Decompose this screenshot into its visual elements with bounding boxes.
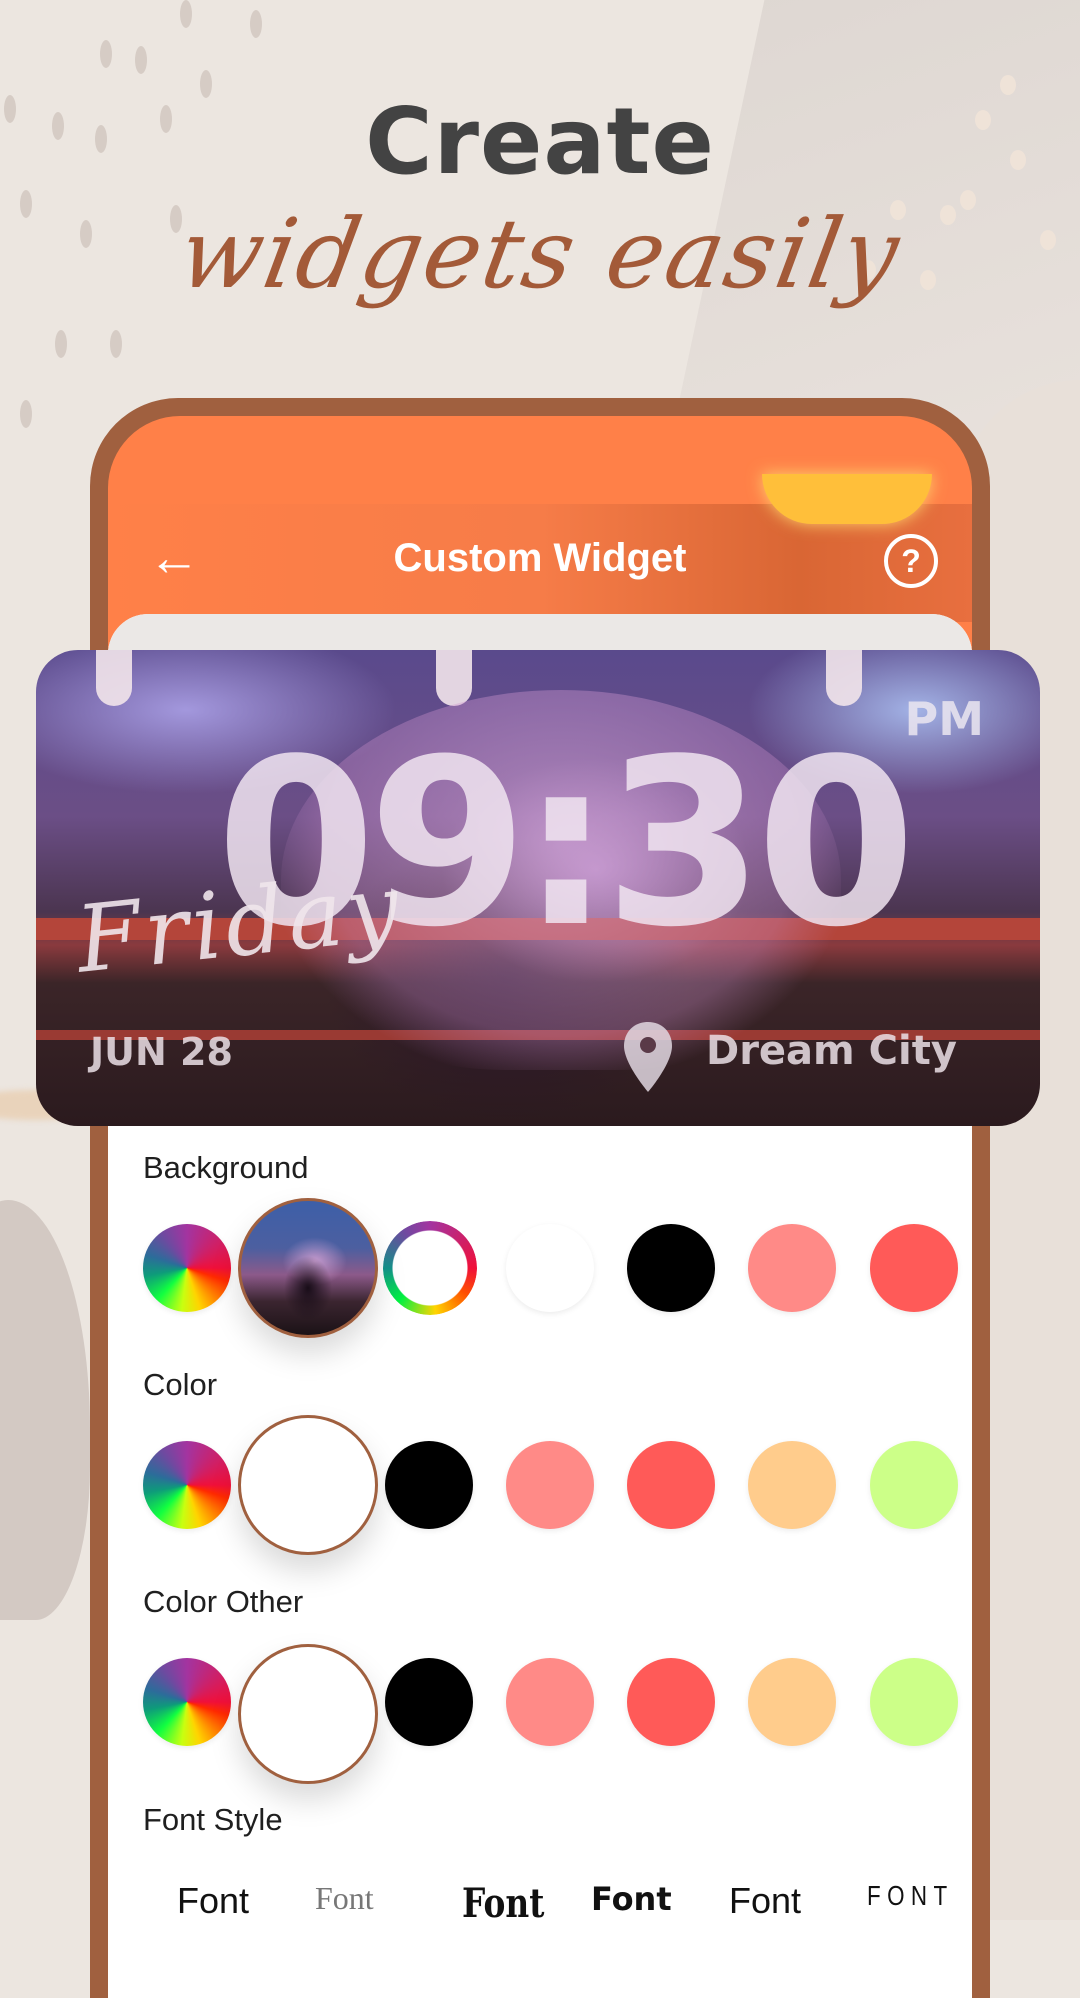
font-option-regular[interactable]: Font: [729, 1880, 801, 1922]
page-title: Custom Widget: [393, 536, 687, 580]
color-other-swatch-lime[interactable]: [870, 1658, 958, 1746]
background-swatch-pink[interactable]: [748, 1224, 836, 1312]
font-option-caps[interactable]: FONT: [867, 1880, 954, 1912]
lantern: [96, 650, 132, 706]
background-gradient-option[interactable]: [383, 1221, 477, 1315]
hero-subtitle: widgets easily: [171, 198, 909, 310]
background-swatch-white[interactable]: [506, 1224, 594, 1312]
section-label-background: Background: [143, 1150, 309, 1185]
color-other-swatch-pink[interactable]: [506, 1658, 594, 1746]
color-options: [143, 1410, 958, 1560]
background-photo-option[interactable]: [238, 1198, 378, 1338]
color-other-picker[interactable]: [143, 1658, 231, 1746]
section-label-color-other: Color Other: [143, 1584, 304, 1619]
color-other-swatch-black[interactable]: [385, 1658, 473, 1746]
background-options: [143, 1193, 958, 1343]
color-swatch-lime[interactable]: [870, 1441, 958, 1529]
lantern: [826, 650, 862, 706]
font-option-sans[interactable]: Font: [177, 1880, 249, 1922]
hero-heading: Create widgets easily: [0, 88, 1080, 311]
widget-preview: 09:30 PM Friday JUN 28 Dream City: [36, 650, 1040, 1126]
font-option-bold[interactable]: Font: [591, 1880, 672, 1918]
app-bar-decoration: [762, 474, 932, 524]
app-bar: ← Custom Widget ?: [108, 474, 972, 622]
question-icon: ?: [901, 543, 921, 579]
background-swatch-red[interactable]: [870, 1224, 958, 1312]
color-other-swatch-peach[interactable]: [748, 1658, 836, 1746]
background-blob: [0, 1200, 90, 1620]
color-swatch-black[interactable]: [385, 1441, 473, 1529]
help-button[interactable]: ?: [884, 534, 938, 588]
widget-date: JUN 28: [90, 1030, 233, 1074]
section-label-font-style: Font Style: [143, 1802, 283, 1837]
widget-ampm: PM: [904, 692, 985, 746]
color-swatch-pink[interactable]: [506, 1441, 594, 1529]
color-swatch-white[interactable]: [238, 1415, 378, 1555]
color-picker[interactable]: [143, 1441, 231, 1529]
widget-location: Dream City: [706, 1028, 957, 1074]
lantern: [436, 650, 472, 706]
color-swatch-red[interactable]: [627, 1441, 715, 1529]
color-other-options: [143, 1627, 958, 1784]
color-other-swatch-red[interactable]: [627, 1658, 715, 1746]
color-other-swatch-white[interactable]: [238, 1644, 378, 1784]
background-color-picker[interactable]: [143, 1224, 231, 1312]
location-pin-icon: [624, 1022, 672, 1092]
background-swatch-black[interactable]: [627, 1224, 715, 1312]
font-option-serif-outline[interactable]: Font: [315, 1880, 374, 1917]
section-label-color: Color: [143, 1367, 218, 1402]
hero-title: Create: [365, 88, 715, 195]
color-swatch-peach[interactable]: [748, 1441, 836, 1529]
panel-header-strip: [108, 614, 972, 654]
font-style-options: Font Font Font Font Font FONT: [143, 1880, 958, 1940]
